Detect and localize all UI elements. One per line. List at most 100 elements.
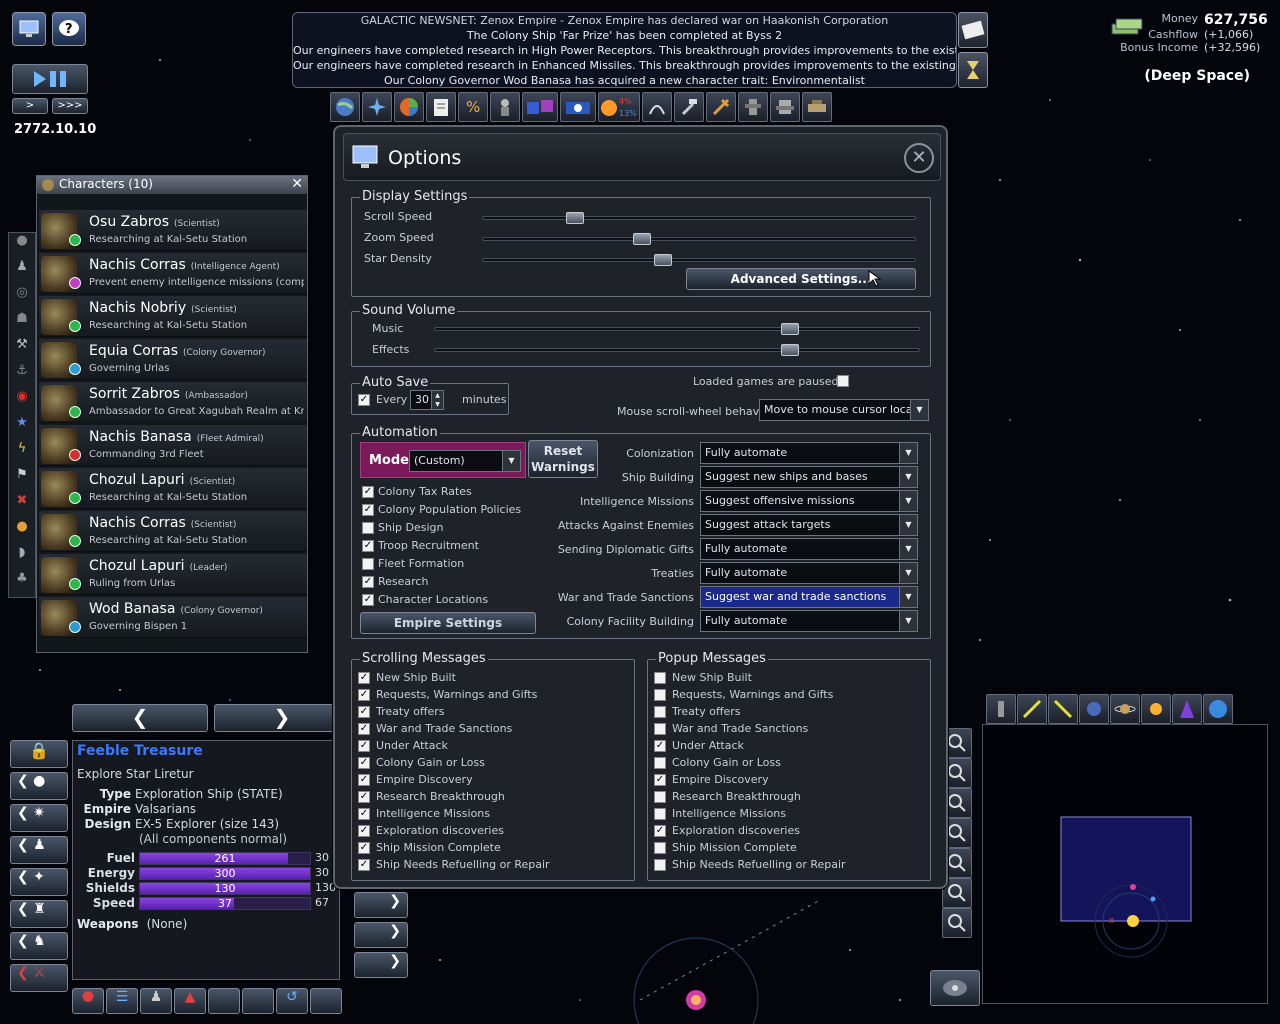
message-checkbox[interactable] [654,859,666,871]
reset-warnings-button[interactable]: Reset Warnings [528,440,598,478]
target-filter-icon[interactable]: ◉ [9,389,35,415]
go-to-base-button[interactable]: ❮ ♜ [10,900,68,928]
message-checkbox[interactable]: ✓ [358,689,370,701]
character-row[interactable]: Nachis Corras (Scientist) Researching at K… [39,511,307,552]
character-icon[interactable] [642,92,672,122]
slider-thumb[interactable] [653,254,672,266]
zoom-speed-slider[interactable] [482,233,916,245]
empty-action-slot[interactable] [310,988,342,1014]
galaxy-filter-icon[interactable] [1203,694,1233,724]
zoom-icon[interactable] [942,908,972,938]
auto-save-minutes-input[interactable]: 30 ▲ ▼ [410,390,444,410]
automation-dropdown[interactable]: Fully automate ▼ [700,538,918,560]
galaxy-view-icon[interactable] [930,970,980,1006]
galaxy-map-icon[interactable] [330,92,360,122]
minimap[interactable]: x [982,724,1268,1004]
automation-dropdown[interactable]: Suggest war and trade sanctions ▼ [700,586,918,608]
slider-thumb[interactable] [781,344,800,356]
message-checkbox[interactable]: ✓ [358,672,370,684]
empire-icon[interactable] [362,92,392,122]
general-filter-icon[interactable]: ⚓ [9,363,35,389]
message-checkbox[interactable] [654,808,666,820]
message-checkbox[interactable] [654,706,666,718]
slider-thumb[interactable] [632,233,651,245]
go-to-star-button[interactable]: ❮ ✷ [10,804,68,832]
message-checkbox[interactable]: ✓ [654,740,666,752]
character-row[interactable]: Osu Zabros (Scientist) Researching at Kal-… [39,210,307,251]
planet-filter-icon[interactable]: ● [9,233,35,259]
enemy-next-button[interactable]: ❯ [354,952,408,978]
message-checkbox[interactable]: ✓ [358,757,370,769]
help-icon[interactable]: ? [52,12,86,46]
message-checkbox[interactable]: ✓ [358,859,370,871]
leader-filter-icon[interactable]: ♟ [9,259,35,285]
selected-ship-panel[interactable]: Feeble Treasure Explore Star Liretur Typ… [72,740,340,980]
character-row[interactable]: Nachis Banasa (Fleet Admiral) Commanding 3… [39,425,307,466]
close-dialog-button[interactable]: ✕ [904,143,934,173]
automation-dropdown[interactable]: Fully automate ▼ [700,562,918,584]
speed-fast-button[interactable]: >>> [52,98,88,114]
planet-filter-icon[interactable] [1079,694,1109,724]
automation-checkbox[interactable] [362,522,374,534]
nebula-filter-icon[interactable] [1172,694,1202,724]
message-checkbox[interactable] [654,689,666,701]
characters-panel[interactable]: Characters (10) ✕ Osu Zabros (Scientist) R… [36,175,308,653]
policy-icon[interactable] [426,92,456,122]
star-filter-icon[interactable] [1141,694,1171,724]
troops-icon[interactable] [490,92,520,122]
lock-icon[interactable]: 🔒 [10,740,68,768]
automation-dropdown[interactable]: Suggest offensive missions ▼ [700,490,918,512]
tax-rates-icon[interactable]: % [458,92,488,122]
automation-checkbox[interactable]: ✓ [362,486,374,498]
designs-icon[interactable] [560,92,596,122]
automation-checkbox[interactable]: ✓ [362,504,374,516]
message-checkbox[interactable]: ✓ [358,808,370,820]
options-dialog[interactable]: Options ✕ Display Settings Scroll Speed … [333,125,948,889]
spinner-arrows-icon[interactable]: ▲ ▼ [431,391,443,409]
ships-icon[interactable] [738,92,768,122]
message-checkbox[interactable] [654,723,666,735]
message-checkbox[interactable]: ✓ [358,825,370,837]
ship-filter-icon[interactable]: ◗ [9,545,35,571]
character-row[interactable]: Chozul Lapuri (Scientist) Researching at K… [39,468,307,509]
research-icon[interactable]: 4% 13% [598,92,640,122]
message-checkbox[interactable]: ✓ [654,825,666,837]
admiral-filter-icon[interactable]: ⚒ [9,337,35,363]
message-checkbox[interactable]: ✓ [358,791,370,803]
play-pause-button[interactable] [12,64,88,94]
go-to-fleet-button[interactable]: ❮ ♞ [10,932,68,960]
list-icon[interactable]: ☰ [106,988,138,1014]
expansion-planner-icon[interactable] [394,92,424,122]
star-density-slider[interactable] [482,254,916,266]
character-row[interactable]: Sorrit Zabros (Ambassador) Ambassador to G… [39,382,307,423]
character-row[interactable]: Wod Banasa (Colony Governor) Governing Bis… [39,597,307,638]
mining-icon[interactable] [706,92,736,122]
loaded-games-paused-checkbox[interactable] [837,375,849,387]
troops-action-icon[interactable]: ♟ [140,988,172,1014]
speed-slow-button[interactable]: > [12,98,48,114]
scroll-wheel-dropdown[interactable]: Move to mouse cursor location ▼ [759,399,929,421]
character-row[interactable]: Equia Corras (Colony Governor) Governing U… [39,339,307,380]
bases-icon[interactable] [802,92,832,122]
character-row[interactable]: Chozul Lapuri (Leader) Ruling from Urlas [39,554,307,595]
auto-save-checkbox[interactable]: ✓ [358,394,370,406]
empty-action-slot[interactable] [242,988,274,1014]
messages-icon[interactable] [958,12,988,48]
construction-icon[interactable] [674,92,704,122]
stop-icon[interactable]: ⬣ [72,988,104,1014]
go-to-planet-button[interactable]: ❮ ● [10,772,68,800]
message-checkbox[interactable] [654,757,666,769]
diplomacy-icon[interactable] [522,92,558,122]
automation-checkbox[interactable]: ✓ [362,576,374,588]
governor-filter-icon[interactable]: ☗ [9,311,35,337]
slider-thumb[interactable] [566,212,585,224]
empire-settings-button[interactable]: Empire Settings [360,612,536,634]
ship-filter-icon[interactable] [986,694,1016,724]
message-checkbox[interactable] [654,791,666,803]
automation-dropdown[interactable]: Fully automate ▼ [700,610,918,632]
slider-thumb[interactable] [781,323,800,335]
previous-item-button[interactable]: ❮ [72,704,208,732]
effects-volume-slider[interactable] [434,344,920,356]
computer-icon[interactable] [12,12,46,46]
ship-next-button[interactable]: ❯ [354,892,408,918]
